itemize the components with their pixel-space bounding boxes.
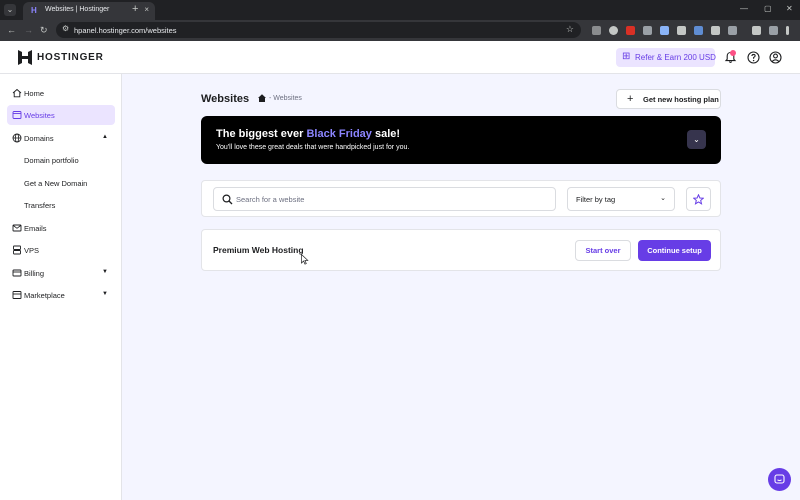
sidebar-item-label: Billing <box>24 269 45 278</box>
star-icon <box>693 194 704 205</box>
search-input[interactable] <box>236 192 536 207</box>
start-over-button[interactable]: Start over <box>575 240 631 261</box>
home-icon <box>12 88 22 98</box>
maximize-button[interactable]: ▢ <box>764 3 772 15</box>
reload-button[interactable]: ↻ <box>40 24 48 36</box>
extension-icon[interactable] <box>694 26 703 35</box>
marketplace-icon <box>12 291 22 299</box>
chevron-down-icon: ▼ <box>102 291 108 297</box>
back-button[interactable]: ← <box>7 24 16 36</box>
tab-close-icon[interactable]: × <box>144 5 149 14</box>
favorites-button[interactable] <box>686 187 711 211</box>
sidebar-item-label: Get a New Domain <box>24 179 88 188</box>
breadcrumb: - Websites <box>269 95 302 102</box>
new-tab-button[interactable]: + <box>132 3 138 15</box>
refer-earn-button[interactable]: ⊞ Refer & Earn 200 USD <box>616 48 716 67</box>
sidebar-item-transfers[interactable]: Transfers <box>7 195 115 215</box>
sidebar-item-marketplace[interactable]: Marketplace ▼ <box>7 285 115 305</box>
filter-by-tag-label: Filter by tag <box>576 195 616 204</box>
account-icon[interactable] <box>769 51 782 64</box>
banner-title: The biggest ever Black Friday sale! <box>216 128 401 140</box>
chat-icon <box>774 474 785 484</box>
minimize-button[interactable]: — <box>740 3 748 15</box>
banner-subtitle: You'll love these great deals that were … <box>216 144 410 151</box>
sidebar: Home Websites Domains ▲ Domain portfolio… <box>0 74 122 500</box>
website-card: Premium Web Hosting Start over Continue … <box>201 229 721 271</box>
browser-tab-bar: ⌄ H Websites | Hostinger × + — ▢ ✕ <box>0 0 800 20</box>
website-name: Premium Web Hosting <box>213 245 304 255</box>
globe-icon <box>12 133 22 143</box>
help-icon[interactable] <box>747 51 760 64</box>
page-title: Websites <box>201 93 250 105</box>
tab-title: Websites | Hostinger <box>45 6 110 13</box>
sidebar-item-label: Domain portfolio <box>24 156 79 165</box>
continue-setup-button[interactable]: Continue setup <box>638 240 711 261</box>
sidebar-item-label: Home <box>24 89 45 98</box>
mouse-cursor-icon <box>301 254 309 265</box>
banner-expand-button[interactable]: ⌄ <box>687 130 706 149</box>
bookmark-star-icon[interactable]: ☆ <box>566 24 574 35</box>
sidebar-item-billing[interactable]: Billing ▼ <box>7 263 115 283</box>
sidebar-item-vps[interactable]: VPS <box>7 240 115 260</box>
websites-icon <box>12 111 22 119</box>
plus-icon: + <box>627 93 634 105</box>
billing-icon <box>12 269 22 277</box>
sidebar-item-label: Domains <box>24 134 54 143</box>
sidebar-item-label: Websites <box>24 111 55 120</box>
get-new-hosting-plan-button[interactable]: + Get new hosting plan <box>616 89 721 109</box>
gift-icon: ⊞ <box>622 51 631 62</box>
refer-earn-label: Refer & Earn 200 USD <box>635 53 716 62</box>
sidebar-item-home[interactable]: Home <box>7 83 115 103</box>
tab-search-button[interactable]: ⌄ <box>4 4 16 16</box>
sidebar-item-domains[interactable]: Domains ▲ <box>7 128 115 148</box>
filter-by-tag-select[interactable]: Filter by tag ⌄ <box>567 187 675 211</box>
hostinger-favicon-icon: H <box>31 6 37 15</box>
chevron-down-icon: ⌄ <box>660 195 666 202</box>
brand-name[interactable]: HOSTINGER <box>37 52 104 63</box>
extension-icon[interactable] <box>626 26 635 35</box>
hostinger-logo-icon[interactable] <box>18 50 32 65</box>
sidebar-item-get-new-domain[interactable]: Get a New Domain <box>7 173 115 193</box>
search-box[interactable] <box>213 187 556 211</box>
website-filter-bar: Filter by tag ⌄ <box>201 180 721 217</box>
extensions-puzzle-icon[interactable] <box>728 26 737 35</box>
url-text: hpanel.hostinger.com/websites <box>74 26 177 35</box>
extension-icon[interactable] <box>660 26 669 35</box>
live-chat-button[interactable] <box>768 468 791 491</box>
app-header: HOSTINGER ⊞ Refer & Earn 200 USD <box>0 41 800 74</box>
extension-icon[interactable] <box>609 26 618 35</box>
address-bar[interactable]: ⚙ hpanel.hostinger.com/websites ☆ <box>56 22 581 38</box>
close-window-button[interactable]: ✕ <box>786 3 793 15</box>
mail-icon <box>12 224 22 232</box>
chevron-down-icon: ⌄ <box>693 135 700 144</box>
profile-icon[interactable] <box>752 26 761 35</box>
chevron-down-icon: ▼ <box>102 269 108 275</box>
extension-icon[interactable] <box>769 26 778 35</box>
sidebar-item-label: VPS <box>24 246 40 255</box>
extension-icon[interactable] <box>643 26 652 35</box>
search-icon <box>222 194 233 205</box>
sidebar-item-domain-portfolio[interactable]: Domain portfolio <box>7 150 115 170</box>
site-info-icon[interactable]: ⚙ <box>62 24 69 33</box>
sidebar-item-websites[interactable]: Websites <box>7 105 115 125</box>
get-new-hosting-plan-label: Get new hosting plan <box>643 95 719 104</box>
chevron-up-icon: ▲ <box>102 134 108 140</box>
breadcrumb-home-icon[interactable] <box>257 93 267 103</box>
extension-icon[interactable] <box>711 26 720 35</box>
server-icon <box>13 245 21 255</box>
extension-icon[interactable] <box>677 26 686 35</box>
notification-dot <box>730 50 736 56</box>
forward-button[interactable]: → <box>24 24 33 36</box>
sidebar-item-label: Marketplace <box>24 291 65 300</box>
browser-menu-icon[interactable] <box>786 26 789 35</box>
sidebar-item-label: Transfers <box>24 201 56 210</box>
extension-icon[interactable] <box>592 26 601 35</box>
sidebar-item-label: Emails <box>24 224 47 233</box>
browser-toolbar: ← → ↻ ⚙ hpanel.hostinger.com/websites ☆ <box>0 20 800 41</box>
sidebar-item-emails[interactable]: Emails <box>7 218 115 238</box>
black-friday-banner: The biggest ever Black Friday sale! You'… <box>201 116 721 164</box>
